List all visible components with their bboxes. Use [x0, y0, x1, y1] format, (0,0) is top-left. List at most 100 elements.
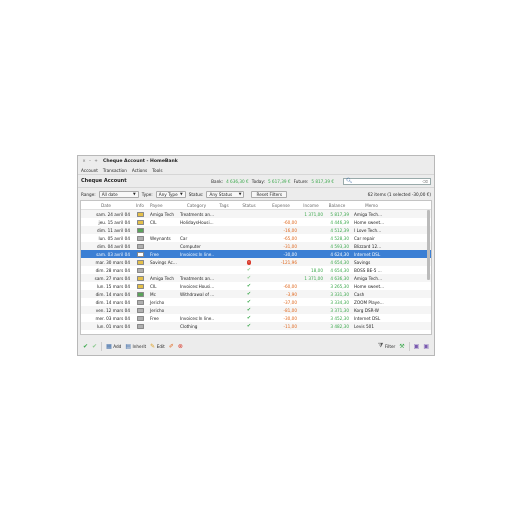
- column-date[interactable]: Date: [81, 203, 131, 208]
- chevron-down-icon: ▼: [238, 192, 242, 196]
- delete-button[interactable]: ⊗: [178, 343, 183, 350]
- column-expense[interactable]: Expense: [264, 203, 298, 208]
- cell-payee: Amiga Tech: [150, 275, 175, 281]
- clear-button[interactable]: ✔: [92, 343, 97, 350]
- column-status[interactable]: Status: [234, 203, 264, 208]
- column-category[interactable]: Category: [179, 203, 214, 208]
- column-income[interactable]: Income: [298, 203, 324, 208]
- cell-category: Clothing: [180, 323, 198, 329]
- column-memo[interactable]: Memo: [350, 203, 390, 208]
- vertical-scrollbar[interactable]: [427, 210, 430, 280]
- info-flag-icon: [136, 267, 144, 273]
- reconcile-button[interactable]: ✔: [83, 343, 88, 350]
- cell-date: lun. 15 mars 04: [96, 283, 130, 289]
- cell-memo: Internet DSL: [354, 315, 381, 321]
- menu-account[interactable]: Account: [81, 168, 98, 173]
- cell-date: dim. 28 mars 04: [95, 267, 130, 273]
- add-button[interactable]: ▦ Add: [106, 343, 121, 350]
- item-count: 62 items (1 selected -30,00 €): [367, 191, 431, 197]
- transaction-table: Date Info Payee Category Tags Status Exp…: [80, 200, 432, 335]
- table-row[interactable]: mer. 03 mars 04 Free Invoices:In line... ✔ -…: [81, 314, 431, 322]
- edit-button[interactable]: ✎ Edit: [150, 343, 165, 350]
- menu-transaction[interactable]: Transaction: [103, 168, 127, 173]
- column-tags[interactable]: Tags: [214, 203, 234, 208]
- filter-bar: Range: All date ▼ Type: Any Type ▼ Statu…: [78, 187, 434, 200]
- search-input[interactable]: 🔍︎ ⌫: [343, 177, 431, 185]
- cell-expense: -60,00: [283, 283, 298, 289]
- info-flag-icon: [136, 235, 144, 241]
- edit-icon: ✎: [150, 342, 156, 350]
- column-info[interactable]: Info: [131, 203, 149, 208]
- info-flag-icon: [136, 315, 144, 321]
- account-totals: Bank: 4 636,30 € Today: 5 617,39 € Futur…: [211, 177, 431, 185]
- multi-edit-button[interactable]: ✐: [169, 343, 174, 350]
- table-row[interactable]: dim. 14 mars 04 Mc Withdrawal of ... ✔ -3,90…: [81, 290, 431, 298]
- cell-category: Withdrawal of ...: [180, 291, 214, 297]
- cell-memo: Home sweet...: [354, 219, 385, 225]
- close-icon[interactable]: ×: [82, 159, 86, 163]
- cleared-icon: ✔: [246, 267, 252, 273]
- table-row[interactable]: dim. 28 mars 04 ✔ 18,00 4 654,30 BOSS BE-5 .…: [81, 266, 431, 274]
- search-icon: 🔍︎: [346, 178, 353, 184]
- cell-expense: -81,00: [283, 307, 298, 313]
- print-button[interactable]: ▣: [423, 343, 429, 350]
- chevron-down-icon: ▼: [132, 192, 136, 196]
- cell-expense: -11,00: [283, 323, 298, 329]
- column-balance[interactable]: Balance: [324, 203, 350, 208]
- cell-balance: 4 446,39: [330, 219, 349, 225]
- range-select[interactable]: All date ▼: [98, 190, 139, 198]
- table-row[interactable]: sam. 27 mars 04 Amiga Tech Treatments an..…: [81, 274, 431, 282]
- type-select[interactable]: Any Type ▼: [155, 190, 186, 198]
- status-select[interactable]: Any Status ▼: [206, 190, 245, 198]
- cell-expense: -30,00: [283, 315, 298, 321]
- assign-button[interactable]: ⚒: [399, 343, 404, 350]
- reset-filters-button[interactable]: Reset Filters: [251, 190, 288, 198]
- cell-date: ven. 12 mars 04: [95, 307, 130, 313]
- menu-actions[interactable]: Actions: [132, 168, 147, 173]
- cell-info: [131, 299, 149, 305]
- cell-category: Invoices:Housi...: [180, 283, 214, 289]
- minimize-icon[interactable]: –: [88, 159, 92, 163]
- cell-category: Treatments an...: [180, 211, 214, 217]
- cell-date: dim. 04 avril 04: [97, 243, 130, 249]
- cell-balance: 3 371,30: [330, 307, 349, 313]
- table-row[interactable]: mar. 30 mars 04 Savings Ac...! -121,96 4 65…: [81, 258, 431, 266]
- table-row[interactable]: jeu. 15 avril 04 CIL HolidaysHousi... -60,0…: [81, 218, 431, 226]
- filter-button[interactable]: ⧩ Filter: [378, 342, 395, 350]
- table-row[interactable]: sam. 03 avril 04 Free Invoices:In line... -…: [81, 250, 431, 258]
- account-summary: Cheque Account Bank: 4 636,30 € Today: 5…: [78, 174, 434, 187]
- menu-tools[interactable]: Tools: [152, 168, 162, 173]
- table-row[interactable]: sam. 24 avril 04 Amiga Tech Treatments an.…: [81, 210, 431, 218]
- info-flag-icon: [136, 299, 144, 305]
- cell-balance: 4 654,30: [330, 267, 349, 273]
- cell-expense: -30,00: [283, 251, 298, 257]
- cell-status: ✔: [234, 291, 264, 297]
- cell-category: Car: [180, 235, 188, 241]
- status-value: Any Status: [209, 191, 233, 197]
- print-icon: ▣: [423, 342, 429, 350]
- separator: [101, 341, 103, 351]
- cell-memo: Savings: [354, 259, 371, 265]
- status-label: Status:: [188, 191, 204, 197]
- chevron-down-icon: ▼: [180, 192, 183, 196]
- cell-income: 1 371,00: [304, 275, 323, 281]
- clear-search-icon[interactable]: ⌫: [422, 179, 428, 184]
- cell-status: ✔: [234, 299, 264, 305]
- table-row[interactable]: dim. 04 avril 04 Computer -31,00 4 593,30 Bl…: [81, 242, 431, 250]
- table-row[interactable]: dim. 14 mars 04 Jericho ✔ -37,00 3 334,30 ZOO…: [81, 298, 431, 306]
- table-row[interactable]: dim. 11 avril 04 -16,00 4 512,39 I Love Tec…: [81, 226, 431, 234]
- reconciled-icon: ✔: [246, 315, 252, 321]
- table-row[interactable]: lun. 01 mars 04 Clothing ✔ -11,00 3 482,30 Le…: [81, 322, 431, 330]
- filter-label: Filter: [384, 343, 396, 349]
- column-payee[interactable]: Payee: [149, 203, 179, 208]
- maximize-icon[interactable]: +: [94, 159, 98, 163]
- table-row[interactable]: lun. 05 avril 04 Weynants Car -65,00 4 528,3…: [81, 234, 431, 242]
- inherit-button[interactable]: ▤ Inherit: [125, 343, 146, 350]
- cell-date: lun. 05 avril 04: [98, 235, 130, 241]
- table-row[interactable]: ven. 12 mars 04 Jericho ✔ -81,00 3 371,30 Kor…: [81, 306, 431, 314]
- table-row[interactable]: lun. 15 mars 04 CIL Invoices:Housi... ✔ -60,…: [81, 282, 431, 290]
- cell-category: HolidaysHousi...: [180, 219, 214, 225]
- cell-date: sam. 24 avril 04: [96, 211, 130, 217]
- cell-balance: 4 624,30: [330, 251, 349, 257]
- export-button[interactable]: ▣: [414, 343, 420, 350]
